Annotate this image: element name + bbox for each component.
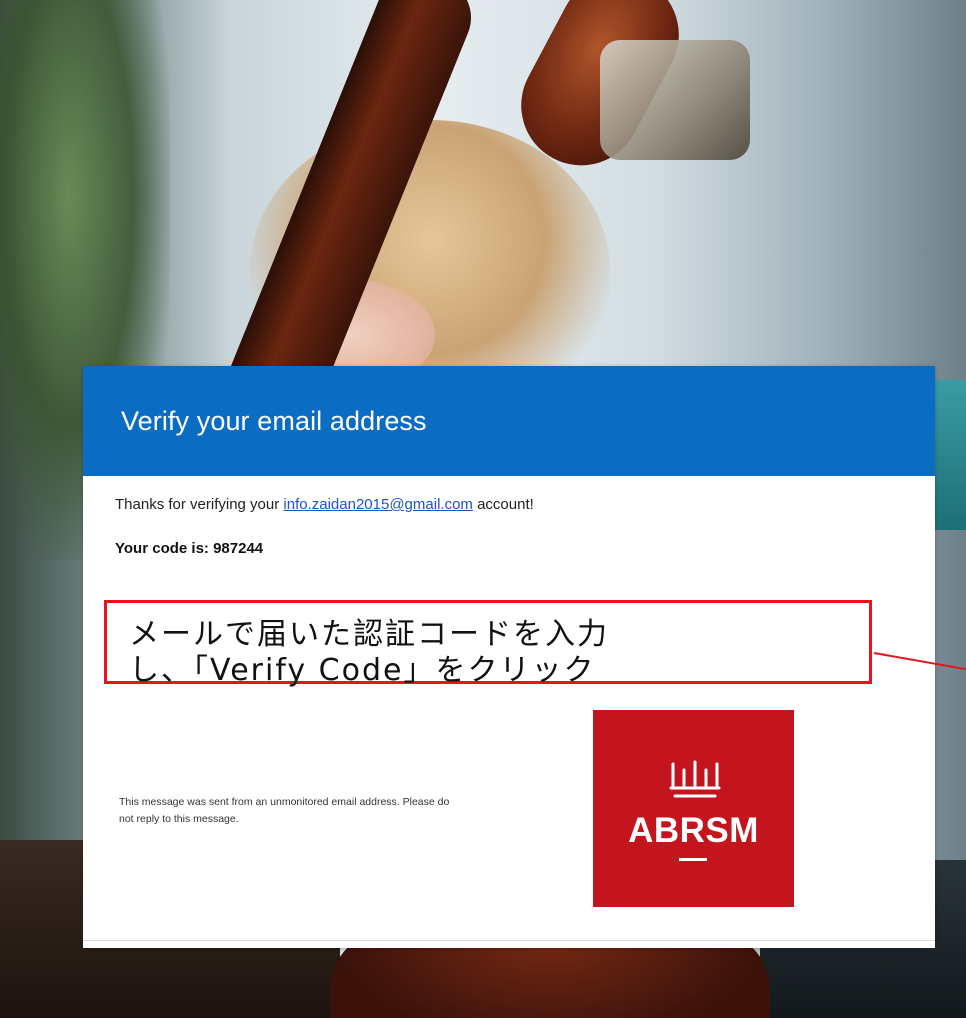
background-teal-edge	[930, 380, 966, 530]
thanks-suffix: account!	[472, 496, 534, 513]
email-header: Verify your email address	[83, 366, 935, 476]
abrsm-logo-text: ABRSM	[628, 811, 759, 850]
double-bass-pegs	[600, 40, 750, 160]
abrsm-logo: ABRSM	[593, 710, 794, 907]
thanks-prefix: Thanks for verifying your	[115, 496, 284, 513]
thanks-line: Thanks for verifying your info.zaidan201…	[115, 496, 534, 513]
unmonitored-notice: This message was sent from an unmonitore…	[119, 796, 450, 825]
instruction-text: メールで届いた認証コードを入力 し、「Verify Code」をクリック	[129, 617, 609, 688]
crown-icon	[669, 760, 721, 798]
card-divider	[83, 940, 935, 941]
instruction-callout: メールで届いた認証コードを入力 し、「Verify Code」をクリック	[104, 600, 872, 688]
email-address-link[interactable]: info.zaidan2015@gmail.com	[283, 496, 473, 513]
verification-code: Your code is: 987244	[115, 540, 264, 557]
abrsm-logo-bar	[679, 858, 707, 861]
email-header-title: Verify your email address	[121, 406, 427, 436]
